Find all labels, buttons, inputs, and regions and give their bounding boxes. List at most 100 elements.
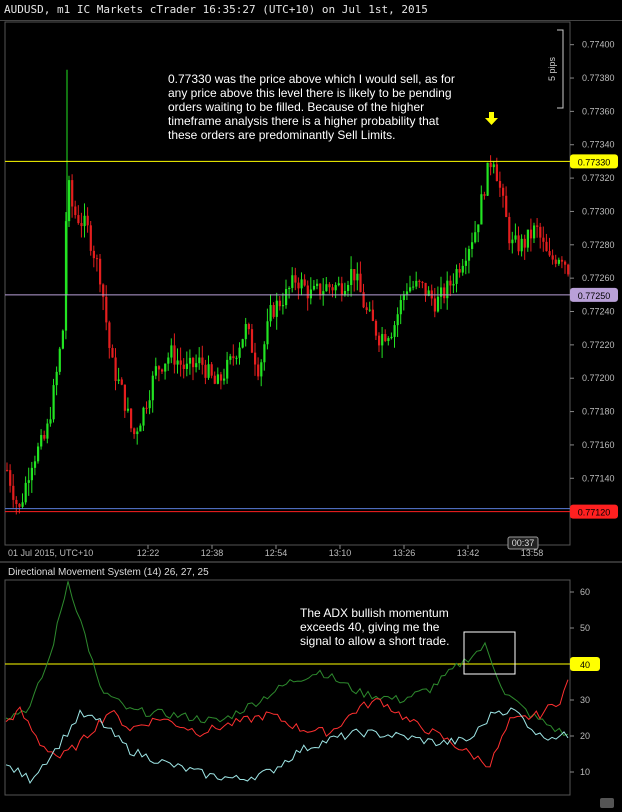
candle-down xyxy=(257,364,260,377)
candle-down xyxy=(201,357,204,365)
candle-down xyxy=(449,280,452,286)
candle-down xyxy=(495,164,498,182)
series-di-line xyxy=(5,679,569,768)
candle-down xyxy=(421,281,424,283)
candle-up xyxy=(316,283,319,286)
indicator-title: Directional Movement System (14) 26, 27,… xyxy=(8,567,209,578)
candle-up xyxy=(461,265,464,273)
candle-up xyxy=(492,164,495,168)
candle-up xyxy=(399,300,402,315)
adx-level-label: 40 xyxy=(580,660,590,670)
candle-down xyxy=(89,225,92,251)
candle-down xyxy=(365,307,368,311)
candle-up xyxy=(55,371,58,386)
candle-down xyxy=(232,356,235,359)
candle-up xyxy=(24,482,27,503)
candle-up xyxy=(167,357,170,364)
candle-down xyxy=(9,470,12,486)
candle-up xyxy=(27,480,30,483)
candle-up xyxy=(291,275,294,288)
price-level-label: 0.77330 xyxy=(578,157,611,167)
candle-up xyxy=(223,378,226,381)
candle-up xyxy=(288,287,291,290)
candle-down xyxy=(567,264,570,275)
candle-down xyxy=(505,195,508,217)
candle-up xyxy=(269,305,272,322)
price-tick-label: 0.77220 xyxy=(582,340,615,350)
candle-down xyxy=(433,298,436,312)
candle-down xyxy=(99,258,102,285)
candle-up xyxy=(325,284,328,292)
candle-up xyxy=(312,285,316,290)
candle-up xyxy=(405,291,409,295)
candle-up xyxy=(436,296,440,312)
candle-up xyxy=(347,285,350,292)
candle-up xyxy=(198,357,201,364)
candle-up xyxy=(188,357,192,364)
candle-up xyxy=(170,345,173,358)
candle-up xyxy=(49,419,52,424)
candle-up xyxy=(148,400,151,409)
candle-up xyxy=(393,325,396,337)
candle-up xyxy=(275,300,278,317)
candle-down xyxy=(529,229,533,239)
candle-down xyxy=(12,485,15,500)
price-tick-label: 0.77140 xyxy=(582,473,615,483)
candle-up xyxy=(464,260,467,266)
candle-up xyxy=(285,289,288,306)
indicator-tick-label: 30 xyxy=(580,695,590,705)
candle-up xyxy=(474,232,477,243)
time-tick-label: 01 Jul 2015, UTC+10 xyxy=(8,548,93,558)
candle-down xyxy=(254,352,257,365)
time-tick-label: 12:38 xyxy=(201,548,224,558)
pips-scale-bracket xyxy=(557,29,564,109)
series-di-line xyxy=(5,707,569,784)
candle-down xyxy=(111,347,114,358)
candle-up xyxy=(480,194,483,225)
candle-up xyxy=(33,461,37,468)
candle-up xyxy=(533,225,536,239)
candle-up xyxy=(139,425,142,432)
candle-up xyxy=(117,379,120,381)
candle-up xyxy=(486,162,489,196)
price-tick-label: 0.77240 xyxy=(582,307,615,317)
candle-down xyxy=(303,279,306,286)
indicator-tick-label: 20 xyxy=(580,731,590,741)
candle-down xyxy=(179,360,182,365)
candle-up xyxy=(21,502,24,507)
candle-down xyxy=(161,369,164,372)
price-tick-label: 0.77380 xyxy=(582,73,615,83)
candle-down xyxy=(374,320,378,336)
price-tick-label: 0.77320 xyxy=(582,173,615,183)
candle-down xyxy=(483,194,486,196)
price-tick-label: 0.77160 xyxy=(582,440,615,450)
candle-up xyxy=(235,357,238,359)
indicator-panel-frame xyxy=(4,579,571,796)
candle-down xyxy=(157,366,161,370)
candle-down xyxy=(545,241,548,252)
candle-up xyxy=(46,423,49,439)
candle-up xyxy=(412,286,415,288)
time-tick-label: 12:54 xyxy=(265,548,288,558)
candle-up xyxy=(142,407,145,426)
candle-up xyxy=(455,269,458,284)
candle-down xyxy=(539,226,542,238)
candle-down xyxy=(114,357,117,381)
candle-down xyxy=(564,261,567,265)
candle-down xyxy=(74,206,77,216)
candle-up xyxy=(387,338,390,342)
candle-down xyxy=(213,375,216,384)
candle-up xyxy=(396,314,399,326)
candle-up xyxy=(207,364,210,378)
candle-down xyxy=(294,275,297,283)
candle-up xyxy=(52,385,55,420)
candle-up xyxy=(195,363,198,368)
candle-up xyxy=(260,362,263,377)
time-tick-label: 12:22 xyxy=(137,548,160,558)
price-tick-label: 0.77360 xyxy=(582,106,615,116)
candle-down xyxy=(71,180,74,207)
candle-down xyxy=(145,407,148,409)
candle-up xyxy=(356,273,359,281)
candle-up xyxy=(30,467,33,481)
chart-settings-button[interactable] xyxy=(600,798,614,808)
